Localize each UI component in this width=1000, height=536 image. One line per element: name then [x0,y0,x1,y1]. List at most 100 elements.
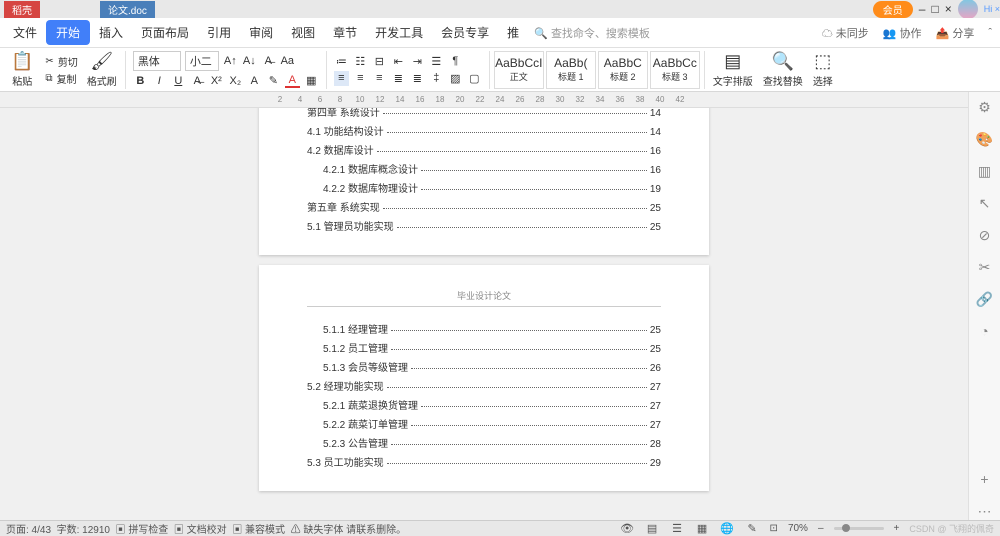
strike-icon[interactable]: A̶ [190,73,205,88]
sidepanel-select-icon[interactable]: ↖ [976,194,994,212]
toc-entry[interactable]: 第五章 系统实现25 [307,199,661,214]
toc-entry[interactable]: 4.2.2 数据库物理设计19 [307,180,661,195]
select-button[interactable]: ⬚选择 [809,51,837,88]
format-brush-button[interactable]: 🖌格式刷 [83,51,121,88]
menu-devtools[interactable]: 开发工具 [366,24,432,41]
menu-pagelayout[interactable]: 页面布局 [132,24,198,41]
font-color-icon[interactable]: A [285,73,300,88]
zoom-out-icon[interactable]: – [818,523,824,534]
font-size-select[interactable]: 小二 [185,51,219,71]
view-focus-icon[interactable]: ✎ [745,521,760,536]
menu-section[interactable]: 章节 [324,24,366,41]
borders-icon[interactable]: ▢ [467,71,482,86]
zoom-fit-icon[interactable]: ⊡ [770,523,778,534]
close-icon[interactable]: × [945,2,952,16]
sidepanel-clip-icon[interactable]: ✂ [976,258,994,276]
align-left-icon[interactable]: ≡ [334,71,349,86]
status-compat[interactable]: ▣ 兼容模式 [232,521,285,536]
document-area[interactable]: 第四章 系统设计144.1 功能结构设计144.2 数据库设计164.2.1 数… [0,108,968,520]
highlight-icon[interactable]: ✎ [266,73,281,88]
numbering-icon[interactable]: ☷ [353,54,368,69]
sidepanel-style-icon[interactable]: 🎨 [976,130,994,148]
find-replace-button[interactable]: 🔍查找替换 [759,51,807,88]
text-effects-icon[interactable]: A [247,73,262,88]
view-web-icon[interactable]: ▦ [695,521,710,536]
align-right-icon[interactable]: ≡ [372,71,387,86]
grow-font-icon[interactable]: A↑ [223,54,238,69]
style-normal[interactable]: AaBbCcI正文 [494,51,544,89]
zoom-slider[interactable] [834,527,884,530]
toc-entry[interactable]: 5.2 经理功能实现27 [307,378,661,393]
toc-entry[interactable]: 5.1.3 会员等级管理26 [307,359,661,374]
app-tab-home[interactable]: 稻壳 [4,1,40,18]
italic-icon[interactable]: I [152,73,167,88]
search-input[interactable]: 🔍 查找命令、搜索模板 [528,25,656,41]
copy-button[interactable]: ⧉ 复制 [45,71,77,86]
toc-entry[interactable]: 4.2.1 数据库概念设计16 [307,161,661,176]
multilevel-icon[interactable]: ⊟ [372,54,387,69]
status-spellcheck[interactable]: ▣ 拼写检查 [116,521,169,536]
ruler[interactable]: 24681012141618202224262830323436384042 [0,92,1000,108]
sync-status[interactable]: ☁ 未同步 [822,25,869,41]
shrink-font-icon[interactable]: A↓ [242,54,257,69]
sort-icon[interactable]: ☰ [429,54,444,69]
view-eye-icon[interactable]: 👁 [620,521,635,536]
style-h3[interactable]: AaBbCc标题 3 [650,51,700,89]
status-missing-font[interactable]: ⚠ 缺失字体 [291,521,344,536]
view-read-icon[interactable]: 🌐 [720,521,735,536]
toc-entry[interactable]: 5.2.1 蔬菜退换货管理27 [307,397,661,412]
coop-button[interactable]: 👥 协作 [883,25,922,41]
collapse-ribbon-icon[interactable]: ˆ [988,27,992,39]
text-layout-button[interactable]: ▤文字排版 [709,51,757,88]
decrease-indent-icon[interactable]: ⇤ [391,54,406,69]
menu-references[interactable]: 引用 [198,24,240,41]
zoom-in-icon[interactable]: + [894,523,900,534]
status-page[interactable]: 页面: 4/43 [6,521,51,536]
cut-button[interactable]: ✂ 剪切 [45,54,77,69]
toc-entry[interactable]: 5.1.2 员工管理25 [307,340,661,355]
align-center-icon[interactable]: ≡ [353,71,368,86]
bullets-icon[interactable]: ≔ [334,54,349,69]
toc-entry[interactable]: 5.2.3 公告管理28 [307,435,661,450]
sidepanel-more-icon[interactable]: ⋯ [976,502,994,520]
subscript-icon[interactable]: X₂ [228,73,243,88]
style-h1[interactable]: AaBb(标题 1 [546,51,596,89]
menu-view[interactable]: 视图 [282,24,324,41]
clear-format-icon[interactable]: A̶ [261,54,276,69]
show-marks-icon[interactable]: ¶ [448,54,463,69]
toc-entry[interactable]: 4.2 数据库设计16 [307,142,661,157]
zoom-value[interactable]: 70% [788,523,808,534]
menu-home[interactable]: 开始 [46,20,90,45]
toc-entry[interactable]: 5.1.1 经理管理25 [307,321,661,336]
sidepanel-settings-icon[interactable]: ⚙ [976,98,994,116]
toc-entry[interactable]: 5.3 员工功能实现29 [307,454,661,469]
menu-insert[interactable]: 插入 [90,24,132,41]
sidepanel-plus-icon[interactable]: + [976,470,994,488]
align-distributed-icon[interactable]: ≣ [410,71,425,86]
sidepanel-link-icon[interactable]: 🔗 [976,290,994,308]
toc-entry[interactable]: 5.1 管理员功能实现25 [307,218,661,233]
view-page-icon[interactable]: ▤ [645,521,660,536]
toc-entry[interactable]: 4.1 功能结构设计14 [307,123,661,138]
maximize-icon[interactable]: □ [931,2,938,16]
align-justify-icon[interactable]: ≣ [391,71,406,86]
avatar[interactable] [958,0,978,19]
font-family-select[interactable]: 黑体 [133,51,181,71]
view-outline-icon[interactable]: ☰ [670,521,685,536]
vip-button[interactable]: 会员 [873,1,913,18]
menu-file[interactable]: 文件 [4,24,46,41]
line-spacing-icon[interactable]: ‡ [429,71,444,86]
minimize-icon[interactable]: – [919,2,926,16]
change-case-icon[interactable]: Aa [280,54,295,69]
shading-icon[interactable]: ▨ [448,71,463,86]
underline-icon[interactable]: U [171,73,186,88]
status-docfix[interactable]: ▣ 文档校对 [174,521,227,536]
sidepanel-nav-icon[interactable]: ▥ [976,162,994,180]
toc-entry[interactable]: 5.2.2 蔬菜订单管理27 [307,416,661,431]
superscript-icon[interactable]: X² [209,73,224,88]
menu-review[interactable]: 审阅 [240,24,282,41]
paste-button[interactable]: 📋粘贴 [7,51,37,88]
status-words[interactable]: 字数: 12910 [57,521,110,536]
char-shading-icon[interactable]: ▦ [304,73,319,88]
sidepanel-limit-icon[interactable]: ⊘ [976,226,994,244]
